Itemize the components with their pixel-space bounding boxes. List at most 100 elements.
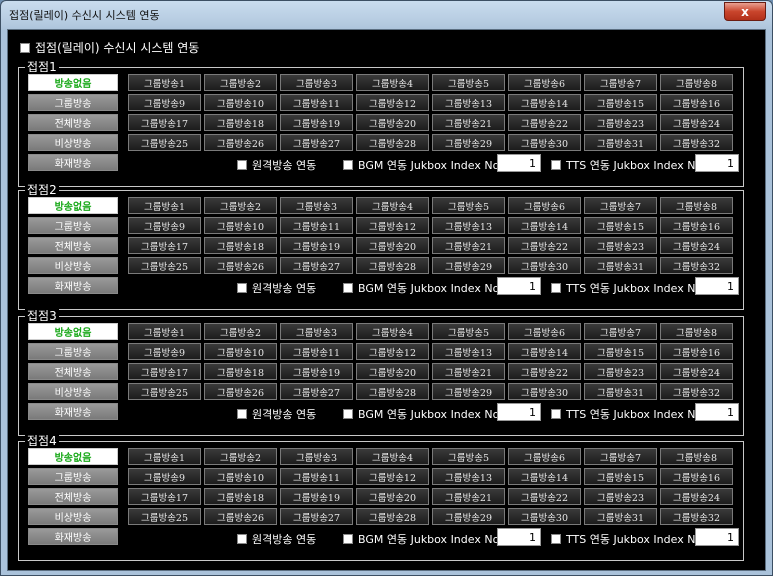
mode-button-2[interactable]: 그룹방송 — [28, 94, 118, 111]
group-broadcast-button-13[interactable]: 그룹방송13 — [432, 94, 505, 111]
group-broadcast-button-24[interactable]: 그룹방송24 — [660, 488, 733, 505]
group-broadcast-button-3[interactable]: 그룹방송3 — [280, 448, 353, 465]
group-broadcast-button-5[interactable]: 그룹방송5 — [432, 448, 505, 465]
group-broadcast-button-17[interactable]: 그룹방송17 — [128, 237, 201, 254]
bgm-index-input[interactable]: 1 — [497, 154, 541, 172]
group-broadcast-button-9[interactable]: 그룹방송9 — [128, 343, 201, 360]
mode-button-1[interactable]: 방송없음 — [28, 323, 118, 340]
group-broadcast-button-7[interactable]: 그룹방송7 — [584, 74, 657, 91]
group-broadcast-button-32[interactable]: 그룹방송32 — [660, 508, 733, 525]
group-broadcast-button-29[interactable]: 그룹방송29 — [432, 134, 505, 151]
group-broadcast-button-27[interactable]: 그룹방송27 — [280, 508, 353, 525]
group-broadcast-button-11[interactable]: 그룹방송11 — [280, 94, 353, 111]
bgm-index-input[interactable]: 1 — [497, 403, 541, 421]
remote-broadcast-checkbox[interactable] — [237, 409, 247, 419]
group-broadcast-button-4[interactable]: 그룹방송4 — [356, 323, 429, 340]
remote-broadcast-checkbox[interactable] — [237, 160, 247, 170]
group-broadcast-button-15[interactable]: 그룹방송15 — [584, 217, 657, 234]
mode-button-4[interactable]: 비상방송 — [28, 134, 118, 151]
tts-checkbox[interactable] — [551, 160, 561, 170]
group-broadcast-button-1[interactable]: 그룹방송1 — [128, 74, 201, 91]
group-broadcast-button-12[interactable]: 그룹방송12 — [356, 217, 429, 234]
group-broadcast-button-24[interactable]: 그룹방송24 — [660, 114, 733, 131]
mode-button-3[interactable]: 전체방송 — [28, 237, 118, 254]
group-broadcast-button-14[interactable]: 그룹방송14 — [508, 343, 581, 360]
group-broadcast-button-32[interactable]: 그룹방송32 — [660, 134, 733, 151]
group-broadcast-button-20[interactable]: 그룹방송20 — [356, 363, 429, 380]
group-broadcast-button-19[interactable]: 그룹방송19 — [280, 237, 353, 254]
group-broadcast-button-9[interactable]: 그룹방송9 — [128, 217, 201, 234]
group-broadcast-button-6[interactable]: 그룹방송6 — [508, 74, 581, 91]
group-broadcast-button-8[interactable]: 그룹방송8 — [660, 197, 733, 214]
group-broadcast-button-25[interactable]: 그룹방송25 — [128, 257, 201, 274]
group-broadcast-button-19[interactable]: 그룹방송19 — [280, 488, 353, 505]
group-broadcast-button-22[interactable]: 그룹방송22 — [508, 488, 581, 505]
group-broadcast-button-21[interactable]: 그룹방송21 — [432, 488, 505, 505]
group-broadcast-button-10[interactable]: 그룹방송10 — [204, 217, 277, 234]
group-broadcast-button-7[interactable]: 그룹방송7 — [584, 448, 657, 465]
group-broadcast-button-14[interactable]: 그룹방송14 — [508, 217, 581, 234]
group-broadcast-button-30[interactable]: 그룹방송30 — [508, 383, 581, 400]
group-broadcast-button-16[interactable]: 그룹방송16 — [660, 468, 733, 485]
group-broadcast-button-31[interactable]: 그룹방송31 — [584, 383, 657, 400]
group-broadcast-button-2[interactable]: 그룹방송2 — [204, 74, 277, 91]
bgm-checkbox[interactable] — [343, 534, 353, 544]
group-broadcast-button-20[interactable]: 그룹방송20 — [356, 237, 429, 254]
tts-checkbox[interactable] — [551, 534, 561, 544]
bgm-checkbox[interactable] — [343, 409, 353, 419]
group-broadcast-button-29[interactable]: 그룹방송29 — [432, 508, 505, 525]
group-broadcast-button-18[interactable]: 그룹방송18 — [204, 488, 277, 505]
group-broadcast-button-28[interactable]: 그룹방송28 — [356, 508, 429, 525]
group-broadcast-button-24[interactable]: 그룹방송24 — [660, 237, 733, 254]
group-broadcast-button-13[interactable]: 그룹방송13 — [432, 343, 505, 360]
remote-broadcast-checkbox[interactable] — [237, 283, 247, 293]
mode-button-2[interactable]: 그룹방송 — [28, 217, 118, 234]
group-broadcast-button-15[interactable]: 그룹방송15 — [584, 468, 657, 485]
group-broadcast-button-30[interactable]: 그룹방송30 — [508, 134, 581, 151]
group-broadcast-button-12[interactable]: 그룹방송12 — [356, 468, 429, 485]
mode-button-5[interactable]: 화재방송 — [28, 277, 118, 294]
group-broadcast-button-9[interactable]: 그룹방송9 — [128, 468, 201, 485]
group-broadcast-button-23[interactable]: 그룹방송23 — [584, 237, 657, 254]
group-broadcast-button-16[interactable]: 그룹방송16 — [660, 94, 733, 111]
group-broadcast-button-19[interactable]: 그룹방송19 — [280, 114, 353, 131]
group-broadcast-button-6[interactable]: 그룹방송6 — [508, 448, 581, 465]
group-broadcast-button-28[interactable]: 그룹방송28 — [356, 383, 429, 400]
group-broadcast-button-4[interactable]: 그룹방송4 — [356, 74, 429, 91]
group-broadcast-button-3[interactable]: 그룹방송3 — [280, 74, 353, 91]
group-broadcast-button-31[interactable]: 그룹방송31 — [584, 134, 657, 151]
tts-index-input[interactable]: 1 — [695, 277, 739, 295]
mode-button-2[interactable]: 그룹방송 — [28, 343, 118, 360]
group-broadcast-button-5[interactable]: 그룹방송5 — [432, 197, 505, 214]
group-broadcast-button-17[interactable]: 그룹방송17 — [128, 363, 201, 380]
group-broadcast-button-19[interactable]: 그룹방송19 — [280, 363, 353, 380]
group-broadcast-button-1[interactable]: 그룹방송1 — [128, 323, 201, 340]
group-broadcast-button-16[interactable]: 그룹방송16 — [660, 343, 733, 360]
group-broadcast-button-24[interactable]: 그룹방송24 — [660, 363, 733, 380]
group-broadcast-button-7[interactable]: 그룹방송7 — [584, 323, 657, 340]
remote-broadcast-checkbox[interactable] — [237, 534, 247, 544]
group-broadcast-button-29[interactable]: 그룹방송29 — [432, 257, 505, 274]
group-broadcast-button-14[interactable]: 그룹방송14 — [508, 94, 581, 111]
group-broadcast-button-31[interactable]: 그룹방송31 — [584, 257, 657, 274]
group-broadcast-button-23[interactable]: 그룹방송23 — [584, 114, 657, 131]
group-broadcast-button-25[interactable]: 그룹방송25 — [128, 383, 201, 400]
group-broadcast-button-3[interactable]: 그룹방송3 — [280, 197, 353, 214]
group-broadcast-button-20[interactable]: 그룹방송20 — [356, 114, 429, 131]
group-broadcast-button-13[interactable]: 그룹방송13 — [432, 468, 505, 485]
mode-button-4[interactable]: 비상방송 — [28, 508, 118, 525]
group-broadcast-button-18[interactable]: 그룹방송18 — [204, 237, 277, 254]
mode-button-1[interactable]: 방송없음 — [28, 197, 118, 214]
mode-button-3[interactable]: 전체방송 — [28, 114, 118, 131]
group-broadcast-button-21[interactable]: 그룹방송21 — [432, 237, 505, 254]
group-broadcast-button-21[interactable]: 그룹방송21 — [432, 114, 505, 131]
group-broadcast-button-31[interactable]: 그룹방송31 — [584, 508, 657, 525]
bgm-index-input[interactable]: 1 — [497, 277, 541, 295]
group-broadcast-button-2[interactable]: 그룹방송2 — [204, 448, 277, 465]
mode-button-4[interactable]: 비상방송 — [28, 383, 118, 400]
group-broadcast-button-8[interactable]: 그룹방송8 — [660, 323, 733, 340]
group-broadcast-button-10[interactable]: 그룹방송10 — [204, 468, 277, 485]
group-broadcast-button-2[interactable]: 그룹방송2 — [204, 323, 277, 340]
group-broadcast-button-1[interactable]: 그룹방송1 — [128, 448, 201, 465]
tts-index-input[interactable]: 1 — [695, 403, 739, 421]
